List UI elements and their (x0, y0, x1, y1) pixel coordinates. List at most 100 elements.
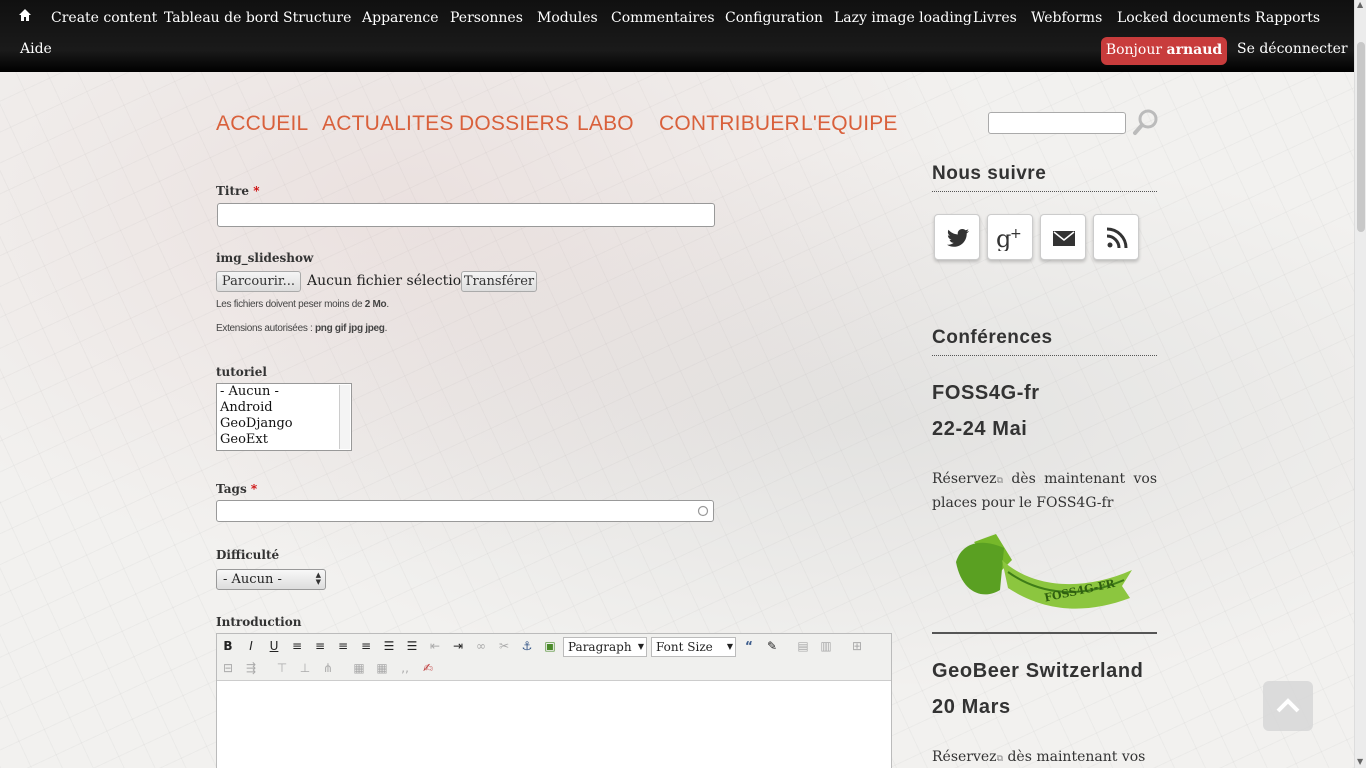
cell-props-icon[interactable]: ▦ (373, 659, 391, 677)
align-left-icon[interactable]: ≡ (288, 637, 306, 655)
tags-label: Tags * (216, 482, 257, 496)
google-plus-button[interactable]: g + (987, 214, 1033, 260)
rss-button[interactable] (1093, 214, 1139, 260)
outdent-icon[interactable]: ⇤ (426, 637, 444, 655)
tags-field[interactable] (216, 500, 714, 522)
toolbar-item-aide[interactable]: Aide (20, 41, 52, 57)
toolbar-item-create-content[interactable]: Create content (51, 10, 157, 26)
chevron-down-icon: ▼ (726, 642, 733, 651)
col-delete-icon[interactable]: ⋔ (319, 659, 337, 677)
italic-icon[interactable]: I (242, 637, 260, 655)
title-label-text: Titre (216, 184, 249, 198)
follow-title: Nous suivre (932, 163, 1157, 192)
browse-button[interactable]: Parcourir... (216, 271, 301, 292)
listbox-scrollbar[interactable] (339, 385, 350, 449)
reservation-link[interactable]: Réservez (932, 749, 997, 765)
bold-icon[interactable]: B (219, 637, 237, 655)
table-col-icon[interactable]: ▥ (817, 637, 835, 655)
toolbar-item-personnes[interactable]: Personnes (450, 10, 523, 26)
numbered-list-icon[interactable]: ☰ (403, 637, 421, 655)
introduction-label: Introduction (216, 615, 302, 629)
search-input[interactable] (988, 112, 1126, 134)
toolbar-item-apparence[interactable]: Apparence (362, 10, 439, 26)
twitter-button[interactable] (934, 214, 980, 260)
nav-item-labo[interactable]: LABO (577, 112, 634, 136)
editor-body[interactable] (217, 681, 891, 768)
title-field[interactable] (217, 203, 715, 227)
align-center-icon[interactable]: ≡ (311, 637, 329, 655)
toolbar-item-locked-documents[interactable]: Locked documents (1117, 10, 1250, 26)
rich-text-editor[interactable]: B I U ≡ ≡ ≡ ≡ ☰ ☰ ⇤ ⇥ ∞ ✂ ⚓ ▣ Paragraph … (216, 633, 892, 768)
blockquote-icon[interactable]: “ (740, 637, 758, 655)
align-justify-icon[interactable]: ≡ (357, 637, 375, 655)
scrollbar-thumb[interactable] (1357, 42, 1365, 232)
reservation-link[interactable]: Réservez (932, 471, 997, 487)
tutorial-option[interactable]: - Aucun - (217, 384, 351, 400)
table-delete-icon[interactable]: ⊟ (219, 659, 237, 677)
nav-item-dossiers[interactable]: DOSSIERS (459, 112, 569, 136)
foss4g-logo: FOSS4G-FR (956, 534, 1132, 609)
email-button[interactable] (1040, 214, 1086, 260)
user-greeting-button[interactable]: Bonjour arnaud (1101, 37, 1227, 65)
table-row-icon[interactable]: ▤ (794, 637, 812, 655)
upload-button[interactable]: Transférer (461, 271, 537, 292)
link-icon[interactable]: ∞ (472, 637, 490, 655)
table-split-icon[interactable]: ⇶ (242, 659, 260, 677)
conference-divider (932, 632, 1157, 634)
tutorial-option[interactable]: Android (217, 400, 351, 416)
nav-item-equipe[interactable]: L'EQUIPE (801, 112, 898, 136)
file-size-description: Les fichiers doivent peser moins de 2 Mo… (216, 299, 389, 310)
nav-item-contribuer[interactable]: CONTRIBUER (659, 112, 800, 136)
username: arnaud (1166, 42, 1223, 58)
table-props-icon[interactable]: ▦ (350, 659, 368, 677)
row-after-icon[interactable]: ⊥ (296, 659, 314, 677)
unlink-icon[interactable]: ✂ (495, 637, 513, 655)
format-value: Paragraph (568, 640, 632, 654)
quote-icon[interactable]: ‚‚ (396, 659, 414, 677)
greeting-text: Bonjour (1105, 42, 1163, 58)
row-before-icon[interactable]: ⊤ (273, 659, 291, 677)
underline-icon[interactable]: U (265, 637, 283, 655)
logout-link[interactable]: Se déconnecter (1237, 41, 1348, 57)
scroll-up-icon[interactable]: ▲ (1357, 0, 1363, 9)
toolbar-item-livres[interactable]: Livres (973, 10, 1017, 26)
toolbar-item-rapports[interactable]: Rapports (1255, 10, 1320, 26)
difficulty-value: - Aucun - (223, 572, 282, 587)
external-link-icon: ⧉ (996, 476, 1003, 486)
rss-icon (1106, 227, 1128, 249)
page-scrollbar[interactable]: ▲ ▼ (1354, 0, 1366, 768)
font-size-select[interactable]: Font Size ▼ (651, 637, 736, 657)
required-mark: * (253, 184, 260, 198)
back-to-top-button[interactable] (1263, 681, 1313, 731)
toolbar-item-modules[interactable]: Modules (537, 10, 598, 26)
tutorial-listbox[interactable]: - Aucun - Android GeoDjango GeoExt (216, 383, 352, 451)
image-icon[interactable]: ▣ (541, 637, 559, 655)
edit-source-icon[interactable]: ✎ (763, 637, 781, 655)
toolbar-item-tableau-de-bord[interactable]: Tableau de bord (164, 10, 279, 26)
difficulty-select[interactable]: - Aucun - ▲ ▼ (216, 569, 326, 590)
home-icon[interactable] (18, 8, 32, 22)
indent-icon[interactable]: ⇥ (449, 637, 467, 655)
slideshow-label: img_slideshow (216, 251, 314, 265)
align-right-icon[interactable]: ≡ (334, 637, 352, 655)
select-arrows-icon: ▲ ▼ (315, 571, 321, 586)
tutorial-option[interactable]: GeoExt (217, 432, 351, 448)
conference-date: 20 Mars (932, 696, 1011, 718)
nav-item-accueil[interactable]: ACCUEIL (216, 112, 308, 136)
format-select[interactable]: Paragraph ▼ (563, 637, 647, 657)
scroll-down-icon[interactable]: ▼ (1357, 757, 1363, 766)
toolbar-item-lazy-image-loading[interactable]: Lazy image loading (834, 10, 972, 26)
conference-date: 22-24 Mai (932, 418, 1028, 440)
toolbar-item-webforms[interactable]: Webforms (1031, 10, 1102, 26)
bullet-list-icon[interactable]: ☰ (380, 637, 398, 655)
search-icon[interactable] (1132, 108, 1160, 136)
toolbar-item-commentaires[interactable]: Commentaires (611, 10, 715, 26)
spellcheck-icon[interactable]: ✍ (419, 659, 437, 677)
toolbar-item-configuration[interactable]: Configuration (725, 10, 823, 26)
table-insert-icon[interactable]: ⊞ (848, 637, 866, 655)
nav-item-actualites[interactable]: ACTUALITES (322, 112, 454, 136)
toolbar-item-structure[interactable]: Structure (283, 10, 351, 26)
anchor-icon[interactable]: ⚓ (518, 637, 536, 655)
tutorial-option[interactable]: GeoDjango (217, 416, 351, 432)
google-plus-icon: g + (996, 225, 1022, 251)
